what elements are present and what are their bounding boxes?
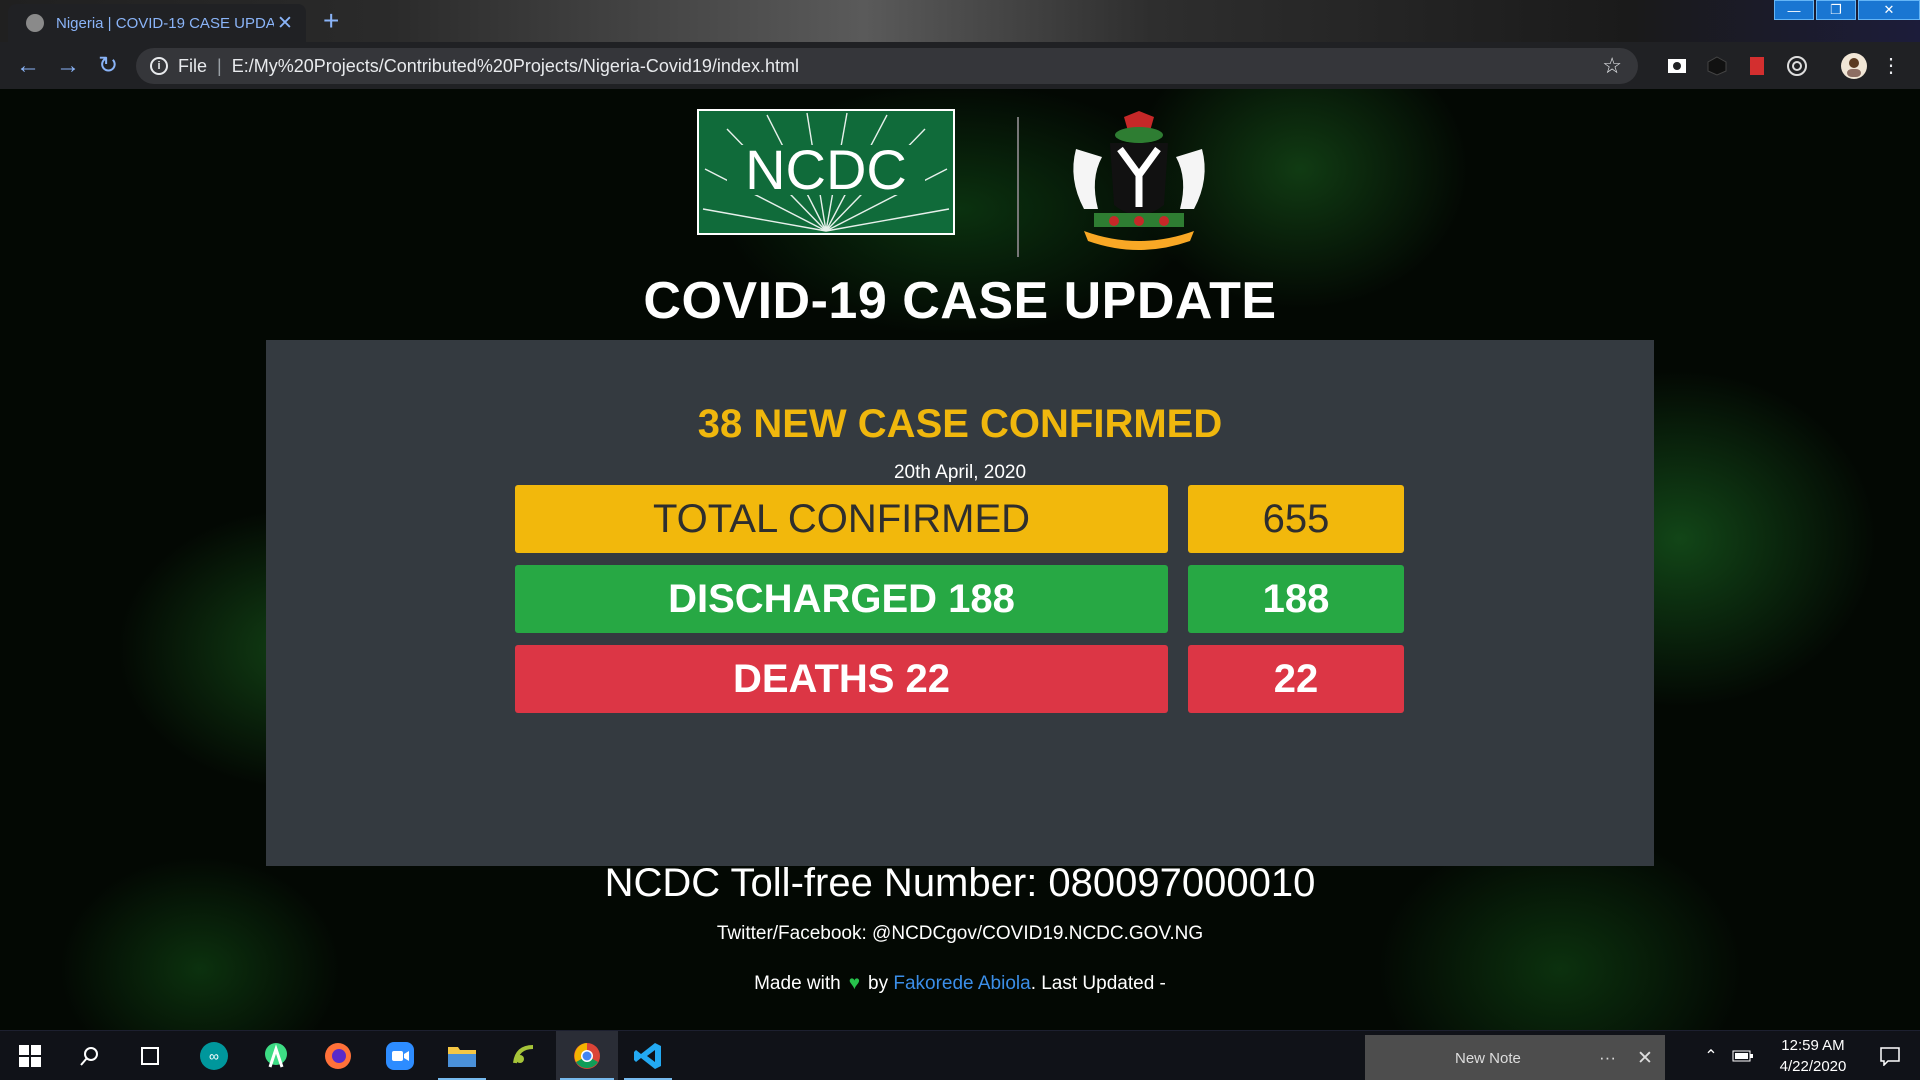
arduino-app[interactable]: ∞ — [186, 1031, 242, 1080]
android-studio-icon — [265, 1043, 287, 1068]
page-title: COVID-19 CASE UPDATE — [643, 272, 1277, 330]
report-date: 20th April, 2020 — [893, 462, 1027, 483]
cube-extension-icon[interactable] — [1706, 55, 1728, 77]
firefox-app[interactable] — [310, 1031, 366, 1080]
url-text[interactable]: E:/My%20Projects/Contributed%20Projects/… — [232, 56, 799, 77]
action-center-button[interactable] — [1862, 1031, 1918, 1080]
discharged-value: 188 — [1188, 565, 1404, 633]
address-bar[interactable]: i File | E:/My%20Projects/Contributed%20… — [136, 48, 1638, 84]
forward-button[interactable]: → — [48, 42, 88, 89]
battery-icon — [1732, 1050, 1753, 1062]
credit-suffix: . Last Updated - — [1030, 973, 1166, 994]
logo-divider — [1017, 117, 1019, 257]
discharged-label: DISCHARGED 188 — [515, 565, 1168, 633]
folder-icon — [448, 1047, 476, 1067]
task-view-button[interactable] — [122, 1031, 178, 1080]
new-tab-button[interactable]: + — [323, 6, 339, 36]
deaths-label: DEATHS 22 — [515, 645, 1168, 713]
tollfree-number: NCDC Toll-free Number: 080097000010 — [604, 861, 1316, 905]
logo-header: NCDC — [697, 109, 1227, 259]
battery-status[interactable] — [1728, 1031, 1758, 1080]
search-icon — [80, 1047, 98, 1066]
search-button[interactable] — [62, 1031, 118, 1080]
tab-title: Nigeria | COVID-19 CASE UPDATE — [56, 14, 274, 32]
screen-capture-extension-icon[interactable] — [1666, 55, 1688, 77]
profile-avatar[interactable] — [1841, 53, 1867, 79]
browser-menu-icon[interactable]: ⋮ — [1876, 42, 1906, 89]
bookmark-star-icon[interactable]: ☆ — [1602, 53, 1622, 79]
sticky-close-icon[interactable]: ✕ — [1637, 1047, 1653, 1070]
new-cases-headline: 38 NEW CASE CONFIRMED — [697, 402, 1223, 446]
notification-icon — [1880, 1047, 1900, 1066]
chrome-app[interactable] — [556, 1031, 618, 1080]
show-hidden-icons-button[interactable]: ⌃ — [1696, 1031, 1726, 1080]
task-view-icon — [141, 1047, 159, 1065]
windows-taskbar: ∞ New Note ··· ✕ ⌃ 12:59 AM 4/22/2020 — [0, 1030, 1920, 1080]
heart-icon: ♥ — [848, 973, 860, 994]
window-controls: — ❐ ✕ — [1774, 0, 1920, 20]
tab-close-icon[interactable]: ✕ — [274, 12, 296, 35]
etisalat-app[interactable] — [496, 1031, 552, 1080]
ncdc-logo-text: NCDC — [745, 138, 907, 201]
clock-time: 12:59 AM — [1781, 1037, 1845, 1054]
arduino-icon: ∞ — [200, 1042, 228, 1070]
back-button[interactable]: ← — [8, 42, 48, 89]
total-confirmed-label: TOTAL CONFIRMED — [515, 485, 1168, 553]
browser-tab[interactable]: Nigeria | COVID-19 CASE UPDATE ✕ — [8, 4, 306, 42]
window-close-button[interactable]: ✕ — [1858, 0, 1920, 20]
browser-tab-strip: Nigeria | COVID-19 CASE UPDATE ✕ + — ❐ ✕ — [0, 0, 1920, 42]
firefox-icon — [325, 1043, 351, 1069]
vscode-app[interactable] — [620, 1031, 676, 1080]
deaths-value: 22 — [1188, 645, 1404, 713]
zoom-app[interactable] — [372, 1031, 428, 1080]
footer-credit: Made with ♥ by Fakorede Abiola. Last Updat… — [0, 973, 1920, 995]
reload-button[interactable]: ↻ — [88, 42, 128, 89]
windows-logo-icon — [19, 1045, 41, 1067]
globe-icon — [26, 14, 44, 32]
site-info-icon[interactable]: i — [150, 57, 168, 75]
browser-toolbar: ← → ↻ i File | E:/My%20Projects/Contribu… — [0, 42, 1920, 89]
page-viewport: NCDC COVID-19 CASE UPDATE 38 NEW CASE CO… — [0, 89, 1920, 1030]
coat-of-arms-emblem — [1073, 111, 1205, 250]
restore-button[interactable]: ❐ — [1816, 0, 1856, 20]
target-extension-icon[interactable] — [1786, 55, 1808, 77]
credit-prefix: Made with — [754, 973, 841, 994]
more-options-icon[interactable]: ··· — [1599, 1048, 1616, 1068]
chevron-up-icon: ⌃ — [1704, 1048, 1718, 1065]
credit-by: by — [868, 973, 889, 994]
zoom-icon — [386, 1042, 414, 1070]
svg-text:∞: ∞ — [209, 1048, 219, 1064]
total-confirmed-value: 655 — [1188, 485, 1404, 553]
bookmark-extension-icon[interactable] — [1746, 55, 1768, 77]
scheme-label: File — [178, 55, 208, 76]
sticky-notes-window-button[interactable]: New Note ··· ✕ — [1365, 1035, 1665, 1080]
etisalat-icon — [513, 1045, 534, 1064]
system-clock[interactable]: 12:59 AM 4/22/2020 — [1768, 1035, 1858, 1077]
start-button[interactable] — [2, 1031, 58, 1080]
scheme-separator: | — [217, 55, 222, 76]
author-link[interactable]: Fakorede Abiola — [893, 973, 1030, 994]
android-studio-app[interactable] — [248, 1031, 304, 1080]
social-handles: Twitter/Facebook: @NCDCgov/COVID19.NCDC.… — [716, 923, 1204, 944]
clock-date: 4/22/2020 — [1779, 1058, 1847, 1075]
ncdc-logo: NCDC — [697, 109, 955, 235]
case-update-panel: 38 NEW CASE CONFIRMED 20th April, 2020 T… — [266, 340, 1654, 866]
vscode-icon — [634, 1043, 661, 1069]
chrome-icon — [574, 1043, 600, 1069]
sticky-note-title: New Note — [1455, 1049, 1521, 1067]
minimize-button[interactable]: — — [1774, 0, 1814, 20]
file-explorer-app[interactable] — [434, 1031, 490, 1080]
